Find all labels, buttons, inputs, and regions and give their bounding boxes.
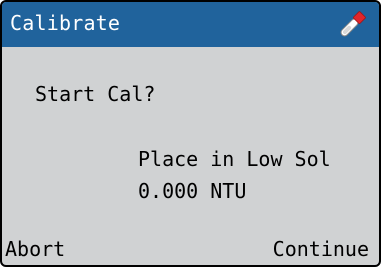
title-bar: Calibrate (2, 2, 379, 47)
continue-softkey[interactable]: Continue (273, 237, 369, 261)
abort-softkey[interactable]: Abort (5, 237, 65, 261)
screen-title: Calibrate (10, 11, 121, 35)
instrument-screen: Calibrate Start Cal? Place in Low Sol 0.… (0, 0, 381, 267)
test-tube-icon (340, 11, 366, 37)
prompt-text: Start Cal? (35, 82, 156, 106)
turbidity-reading: 0.000 NTU (138, 179, 247, 203)
instruction-text: Place in Low Sol (138, 147, 331, 171)
